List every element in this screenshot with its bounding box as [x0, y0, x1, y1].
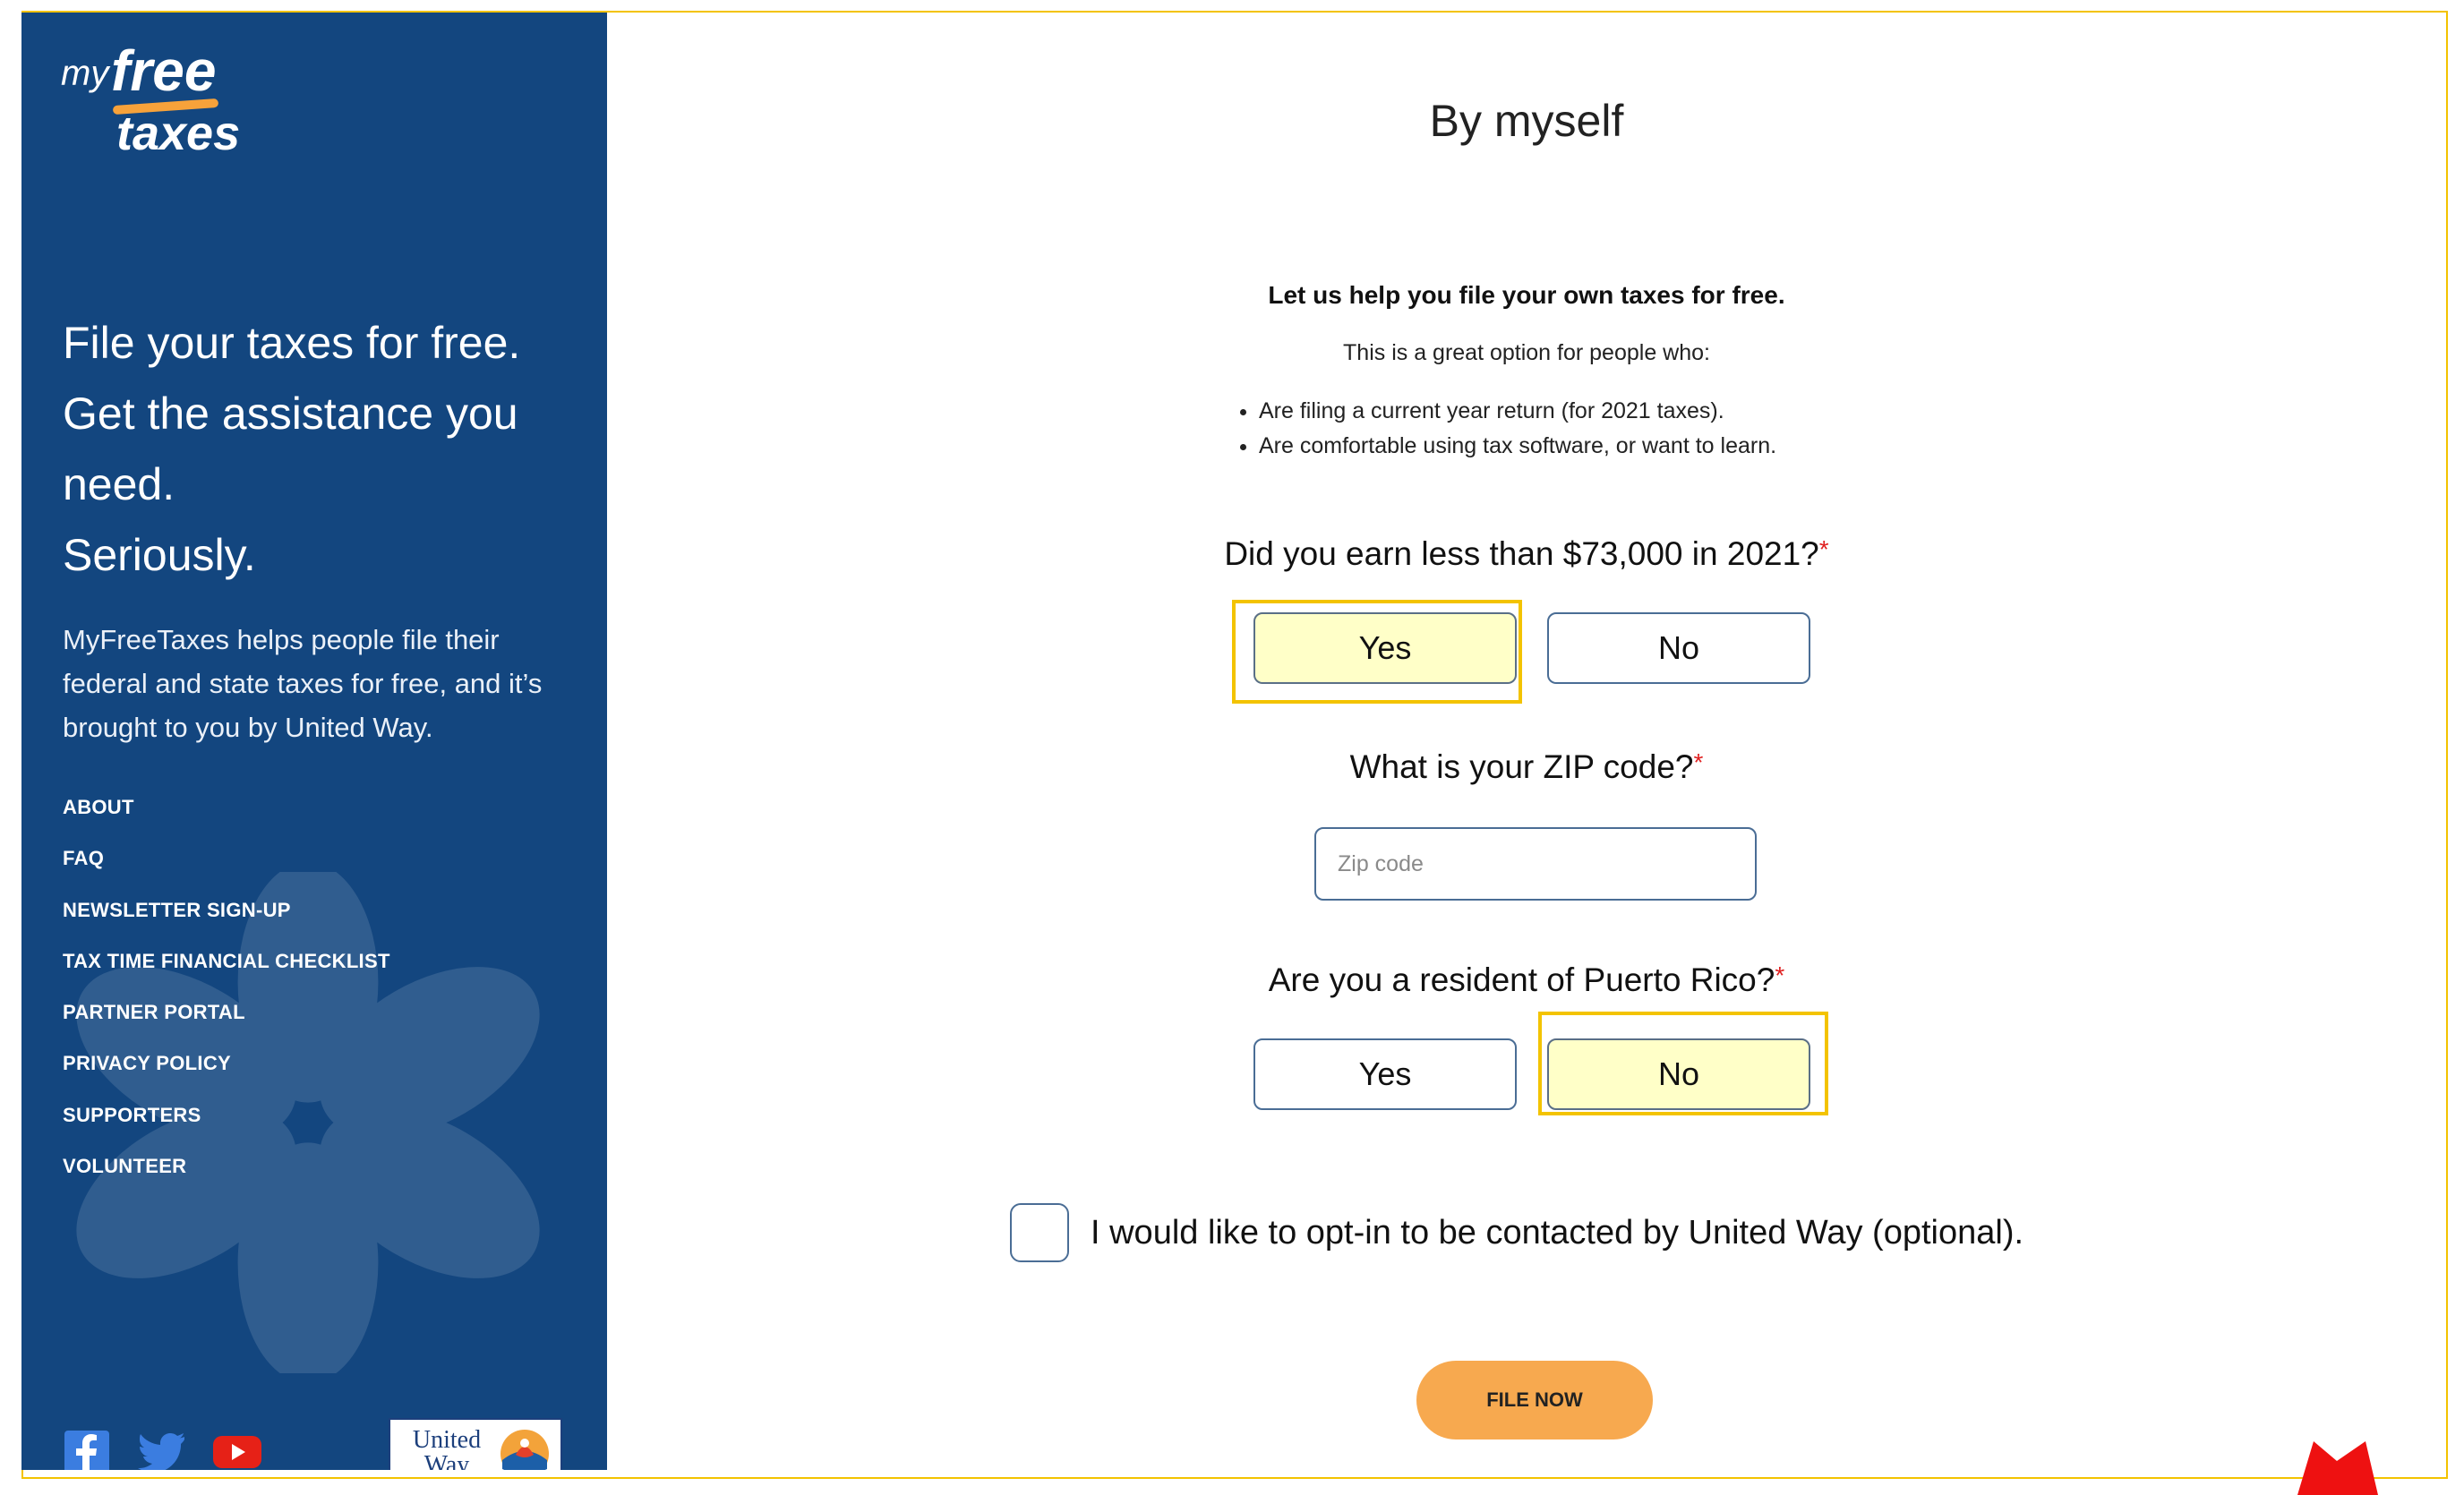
file-now-button[interactable]: FILE NOW — [1416, 1361, 1653, 1439]
income-no-button[interactable]: No — [1547, 612, 1810, 684]
puerto-rico-question-label: Are you a resident of Puerto Rico? — [1268, 961, 1775, 998]
red-arrow-pointer-icon — [2297, 1441, 2378, 1495]
sidebar: my free taxes File your taxes for free. … — [21, 13, 607, 1470]
facebook-icon[interactable] — [63, 1431, 111, 1470]
puerto-rico-yes-button[interactable]: Yes — [1253, 1038, 1517, 1110]
united-way-text: United Way — [412, 1426, 482, 1471]
tagline-line: Seriously. — [63, 530, 256, 580]
nav-about[interactable]: ABOUT — [63, 796, 390, 848]
nav-partner-portal[interactable]: PARTNER PORTAL — [63, 1002, 390, 1053]
criteria-list: Are filing a current year return (for 20… — [1232, 394, 1776, 464]
zip-question-label: What is your ZIP code? — [1349, 748, 1694, 785]
logo-free: free — [111, 38, 217, 103]
income-question: Did you earn less than $73,000 in 2021?* — [607, 535, 2446, 573]
logo-my: my — [61, 54, 109, 93]
opt-in-label[interactable]: I would like to opt-in to be contacted b… — [1091, 1214, 2023, 1252]
twitter-icon[interactable] — [138, 1432, 186, 1470]
nav-supporters[interactable]: SUPPORTERS — [63, 1104, 390, 1156]
intro-heading: Let us help you file your own taxes for … — [1268, 281, 1785, 309]
list-item: Are filing a current year return (for 20… — [1259, 394, 1776, 429]
tagline-line: File your taxes for free. — [63, 318, 521, 368]
nav-tax-time-financial-checklist[interactable]: TAX TIME FINANCIAL CHECKLIST — [63, 950, 390, 1002]
zip-code-input[interactable] — [1314, 827, 1757, 901]
tagline-line: Get the assistance you — [63, 389, 518, 439]
sidebar-description: MyFreeTaxes helps people file their fede… — [63, 624, 543, 743]
income-yes-button[interactable]: Yes — [1253, 612, 1517, 684]
required-asterisk: * — [1693, 748, 1704, 776]
youtube-icon[interactable] — [213, 1432, 261, 1470]
nav-volunteer[interactable]: VOLUNTEER — [63, 1156, 390, 1207]
zip-question: What is your ZIP code?* — [607, 748, 2446, 786]
puerto-rico-no-button[interactable]: No — [1547, 1038, 1810, 1110]
sidebar-tagline: File your taxes for free. Get the assist… — [63, 308, 582, 591]
tagline-line: need. — [63, 459, 175, 509]
social-links — [63, 1431, 261, 1470]
page-title: By myself — [1429, 96, 1624, 146]
required-asterisk: * — [1818, 535, 1829, 563]
united-way-hand-icon — [500, 1430, 549, 1470]
intro-text: This is a great option for people who: — [1343, 340, 1710, 365]
logo-taxes: taxes — [116, 107, 241, 160]
united-way-logo[interactable]: United Way — [389, 1418, 562, 1471]
myfreetaxes-logo[interactable]: my free taxes — [61, 30, 240, 160]
list-item: Are comfortable using tax software, or w… — [1259, 429, 1776, 464]
nav-privacy-policy[interactable]: PRIVACY POLICY — [63, 1053, 390, 1104]
sidebar-nav: ABOUT FAQ NEWSLETTER SIGN-UP TAX TIME FI… — [63, 796, 390, 1207]
puerto-rico-question: Are you a resident of Puerto Rico?* — [607, 961, 2446, 999]
income-question-label: Did you earn less than $73,000 in 2021? — [1224, 535, 1819, 572]
nav-faq[interactable]: FAQ — [63, 848, 390, 899]
nav-newsletter-sign-up[interactable]: NEWSLETTER SIGN-UP — [63, 899, 390, 951]
required-asterisk: * — [1775, 961, 1785, 989]
opt-in-checkbox[interactable] — [1010, 1203, 1069, 1262]
